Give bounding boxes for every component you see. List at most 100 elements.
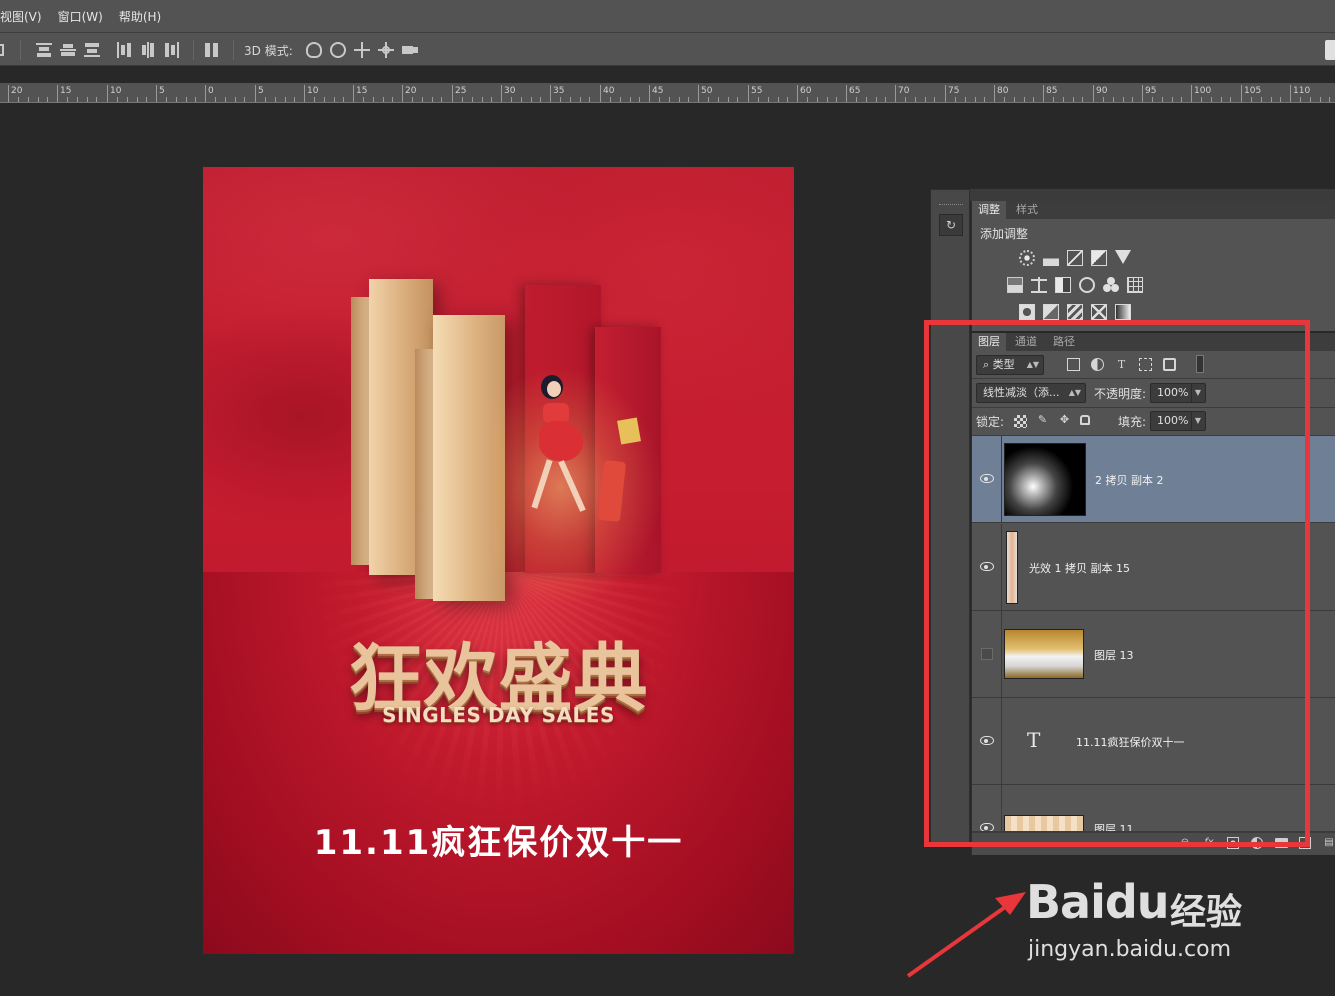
- ruler-minor-tick: [836, 97, 837, 102]
- ruler-tick: [1142, 85, 1143, 102]
- ruler-label: 20: [11, 86, 23, 96]
- black-white-icon[interactable]: [1055, 277, 1071, 293]
- vibrance-icon[interactable]: [1115, 250, 1131, 264]
- 3d-mode-label: 3D 模式:: [244, 44, 293, 58]
- ruler-minor-tick: [630, 97, 631, 102]
- ruler-minor-tick: [934, 97, 935, 102]
- ruler-minor-tick: [1329, 97, 1330, 102]
- levels-icon[interactable]: [1043, 250, 1059, 266]
- delete-layer-icon[interactable]: ▤: [1323, 837, 1335, 849]
- 3d-roll-icon[interactable]: [330, 42, 346, 58]
- baidu-watermark: Baidu 经验 jingyan.baidu.com: [1020, 855, 1280, 970]
- ruler-label: 10: [307, 86, 319, 96]
- ruler-minor-tick: [87, 97, 88, 102]
- ruler-minor-tick: [275, 97, 276, 102]
- menu-window[interactable]: 窗口(W): [58, 8, 111, 25]
- ruler-label: 20: [405, 86, 417, 96]
- gradient-map-icon[interactable]: [1115, 304, 1131, 320]
- ruler-minor-tick: [965, 97, 966, 102]
- ruler-minor-tick: [807, 97, 808, 102]
- ruler-minor-tick: [186, 97, 187, 102]
- adjustments-panel: 调整 样式 添加调整: [971, 201, 1335, 331]
- panel-grip[interactable]: [939, 204, 963, 206]
- ruler-tick: [1093, 85, 1094, 102]
- align-left-icon[interactable]: [116, 42, 132, 58]
- adjustments-tab-row: 调整 样式: [972, 201, 1335, 219]
- curves-icon[interactable]: [1067, 250, 1083, 266]
- ruler-tick: [402, 85, 403, 102]
- ruler-label: 100: [1194, 86, 1212, 96]
- align-vertical-center-icon[interactable]: [60, 42, 76, 58]
- align-bottom-icon[interactable]: [84, 42, 100, 58]
- horizontal-ruler: 20 15 10 5 0 5 10 15 20 25 30 35 40 45 50 55 60 65 70 75 80 8…: [0, 83, 1335, 103]
- ruler-label: 15: [356, 86, 368, 96]
- brightness-icon[interactable]: [1019, 250, 1035, 266]
- ruler-minor-tick: [915, 97, 916, 102]
- history-panel-icon[interactable]: ↻: [939, 214, 963, 236]
- ruler-minor-tick: [1172, 97, 1173, 102]
- ruler-minor-tick: [905, 97, 906, 102]
- posterize-icon[interactable]: [1043, 304, 1059, 320]
- ruler-minor-tick: [412, 97, 413, 102]
- figure-top: [543, 403, 569, 423]
- ruler-tick: [945, 85, 946, 102]
- poster-subtitle: SINGLES'DAY SALES: [382, 703, 615, 727]
- tab-styles[interactable]: 样式: [1010, 201, 1044, 219]
- ruler-tick: [452, 85, 453, 102]
- align-top-icon[interactable]: [36, 42, 52, 58]
- ruler-minor-tick: [166, 97, 167, 102]
- tool-preset-icon[interactable]: [0, 42, 10, 58]
- 3d-slide-icon[interactable]: [378, 42, 394, 58]
- gold-pillar-side: [415, 349, 435, 599]
- 3d-pan-icon[interactable]: [354, 42, 370, 58]
- ruler-minor-tick: [1123, 97, 1124, 102]
- ruler-minor-tick: [589, 97, 590, 102]
- tab-adjustments[interactable]: 调整: [972, 201, 1006, 219]
- hue-saturation-icon[interactable]: [1007, 277, 1023, 293]
- ruler-tick: [600, 85, 601, 102]
- 3d-scale-camera-icon[interactable]: [402, 42, 418, 58]
- color-lookup-icon[interactable]: [1127, 277, 1143, 293]
- poster-slogan: 11.11疯狂保价双十一: [313, 823, 684, 863]
- ruler-minor-tick: [482, 97, 483, 102]
- selective-color-icon[interactable]: [1091, 304, 1107, 320]
- exposure-icon[interactable]: [1091, 250, 1107, 266]
- photo-filter-icon[interactable]: [1079, 277, 1095, 293]
- ruler-minor-tick: [620, 97, 621, 102]
- menu-view[interactable]: 视图(V): [0, 8, 50, 25]
- ruler-tick: [550, 85, 551, 102]
- ruler-minor-tick: [1103, 97, 1104, 102]
- ruler-label: 70: [898, 86, 910, 96]
- 3d-orbit-icon[interactable]: [306, 42, 322, 58]
- align-horizontal-center-icon[interactable]: [140, 42, 156, 58]
- document-canvas[interactable]: 狂欢盛典 SINGLES'DAY SALES 11.11疯狂保价双十一: [203, 167, 794, 954]
- menu-help[interactable]: 帮助(H): [119, 8, 169, 25]
- ruler-minor-tick: [225, 97, 226, 102]
- invert-icon[interactable]: [1019, 304, 1035, 320]
- ruler-minor-tick: [659, 97, 660, 102]
- ruler-label: 60: [800, 86, 812, 96]
- ruler-tick: [698, 85, 699, 102]
- ruler-minor-tick: [1300, 97, 1301, 102]
- ruler-minor-tick: [531, 97, 532, 102]
- ruler-label: 15: [60, 86, 72, 96]
- ruler-minor-tick: [1014, 97, 1015, 102]
- color-balance-icon[interactable]: [1031, 277, 1047, 293]
- ruler-minor-tick: [1152, 97, 1153, 102]
- distribute-icon[interactable]: [204, 42, 220, 58]
- ruler-minor-tick: [1310, 97, 1311, 102]
- channel-mixer-icon[interactable]: [1103, 277, 1119, 293]
- ruler-minor-tick: [18, 97, 19, 102]
- workspace-button[interactable]: [1325, 40, 1335, 60]
- threshold-icon[interactable]: [1067, 304, 1083, 320]
- ruler-tick: [1241, 85, 1242, 102]
- ruler-minor-tick: [778, 97, 779, 102]
- ruler-minor-tick: [1004, 97, 1005, 102]
- ruler-minor-tick: [117, 97, 118, 102]
- ruler-minor-tick: [462, 97, 463, 102]
- watermark-brand: Baidu: [1026, 875, 1170, 929]
- align-right-icon[interactable]: [164, 42, 180, 58]
- ruler-minor-tick: [67, 97, 68, 102]
- ruler-minor-tick: [817, 97, 818, 102]
- ruler-minor-tick: [1271, 97, 1272, 102]
